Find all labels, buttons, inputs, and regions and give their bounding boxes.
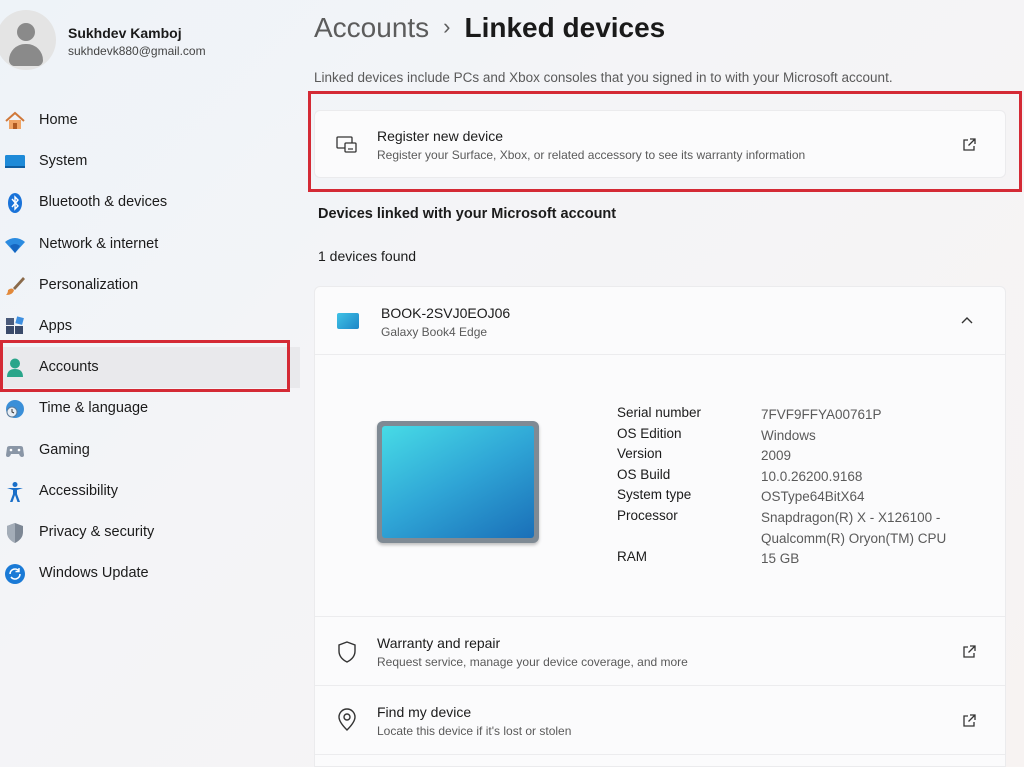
spec-label: System type: [617, 487, 692, 503]
device-model: Galaxy Book4 Edge: [381, 325, 488, 339]
sidebar-item-label: Bluetooth & devices: [39, 194, 168, 211]
accounts-icon: [7, 358, 23, 378]
sidebar-item-label: Accounts: [39, 359, 99, 376]
page-title: Linked devices: [464, 12, 666, 43]
bluetooth-icon: [8, 193, 22, 214]
spec-label: OS Edition: [617, 425, 682, 441]
sidebar-item-home[interactable]: Home: [0, 100, 300, 141]
breadcrumb-separator: ›: [443, 14, 451, 39]
external-link-icon: [963, 714, 976, 727]
spec-value: Snapdragon(R) X - X126100 - Qualcomm(R) …: [761, 509, 947, 546]
brush-icon: [6, 276, 25, 295]
device-name: BOOK-2SVJ0EOJ06: [381, 305, 511, 321]
external-link-icon: [963, 138, 976, 151]
find-my-device-button[interactable]: Find my device Locate this device if it'…: [315, 686, 1005, 755]
breadcrumb-parent[interactable]: Accounts: [314, 12, 429, 43]
profile-name: Sukhdev Kamboj: [68, 25, 182, 41]
shield-icon: [7, 522, 23, 543]
spec-label: Version: [617, 446, 663, 462]
device-image: [377, 421, 539, 543]
sidebar-item-apps[interactable]: Apps: [0, 306, 300, 347]
device-details: Serial number 7FVF9FFYA00761P OS Edition…: [315, 355, 1005, 617]
sidebar-item-label: Time & language: [39, 400, 149, 417]
gamepad-icon: [6, 445, 24, 457]
sidebar-item-windows-update[interactable]: Windows Update: [0, 553, 300, 594]
sidebar-item-label: System: [39, 153, 88, 170]
spec-label: Processor: [617, 507, 678, 523]
sidebar-item-label: Personalization: [39, 276, 139, 293]
user-profile[interactable]: Sukhdev Kamboj sukhdevk880@gmail.com: [0, 10, 300, 70]
avatar: [0, 10, 56, 70]
external-link-icon: [963, 645, 976, 658]
device-card: BOOK-2SVJ0EOJ06 Galaxy Book4 Edge Serial…: [314, 286, 1006, 767]
system-icon: [5, 155, 25, 169]
spec-value: 15 GB: [761, 551, 800, 567]
warranty-repair-button[interactable]: Warranty and repair Request service, man…: [315, 617, 1005, 686]
wifi-icon: [5, 237, 25, 253]
sidebar-item-personalization[interactable]: Personalization: [0, 265, 300, 306]
spec-label: OS Build: [617, 466, 671, 482]
devices-section-heading: Devices linked with your Microsoft accou…: [318, 206, 617, 222]
devices-found-count: 1 devices found: [318, 248, 417, 264]
accessibility-icon: [7, 481, 23, 502]
register-subtitle: Register your Surface, Xbox, or related …: [377, 148, 806, 162]
laptop-icon: [337, 313, 359, 329]
intro-text: Linked devices include PCs and Xbox cons…: [314, 70, 893, 85]
spec-value: 2009: [761, 448, 792, 464]
location-pin-icon: [338, 708, 356, 731]
warranty-subtitle: Request service, manage your device cove…: [377, 655, 688, 669]
update-icon: [5, 564, 25, 585]
warranty-title: Warranty and repair: [377, 635, 501, 651]
register-new-device-button[interactable]: Register new device Register your Surfac…: [314, 110, 1006, 178]
sidebar-item-privacy[interactable]: Privacy & security: [0, 512, 300, 553]
register-device-icon: [336, 136, 357, 153]
find-device-title: Find my device: [377, 704, 472, 720]
shield-outline-icon: [338, 641, 356, 663]
spec-label: RAM: [617, 549, 647, 565]
sidebar-item-label: Home: [39, 112, 78, 128]
main-content: Accounts › Linked devices Linked devices i…: [308, 0, 1024, 767]
spec-value: 10.0.26200.9168: [761, 468, 863, 484]
sidebar-item-label: Windows Update: [39, 565, 149, 582]
sidebar-item-label: Privacy & security: [39, 523, 155, 540]
sidebar-item-accounts[interactable]: Accounts: [0, 347, 300, 389]
sidebar: Sukhdev Kamboj sukhdevk880@gmail.com Hom…: [0, 0, 300, 767]
spec-value: 7FVF9FFYA00761P: [761, 407, 882, 422]
spec-label: Serial number: [617, 405, 702, 420]
device-header[interactable]: BOOK-2SVJ0EOJ06 Galaxy Book4 Edge: [315, 287, 1005, 355]
sidebar-item-accessibility[interactable]: Accessibility: [0, 471, 300, 512]
breadcrumb: Accounts › Linked devices: [314, 12, 665, 44]
sidebar-item-network[interactable]: Network & internet: [0, 224, 300, 265]
sidebar-item-label: Network & internet: [39, 235, 159, 252]
chevron-up-icon[interactable]: [959, 313, 975, 329]
nav-menu: Home System Bluetooth & devices Network …: [0, 100, 300, 594]
find-device-subtitle: Locate this device if it's lost or stole…: [377, 724, 572, 738]
sidebar-item-label: Apps: [39, 317, 73, 334]
apps-icon: [6, 316, 24, 334]
profile-email: sukhdevk880@gmail.com: [68, 44, 206, 58]
sidebar-item-label: Gaming: [39, 441, 90, 458]
spec-value: Windows: [761, 427, 816, 443]
home-icon: [5, 111, 25, 129]
sidebar-item-system[interactable]: System: [0, 141, 300, 182]
spec-value: OSType64BitX64: [761, 489, 865, 505]
sidebar-item-bluetooth[interactable]: Bluetooth & devices: [0, 182, 300, 223]
sidebar-item-time-language[interactable]: Time & language: [0, 388, 300, 429]
clock-globe-icon: [6, 400, 24, 419]
sidebar-item-gaming[interactable]: Gaming: [0, 430, 300, 471]
register-title: Register new device: [377, 128, 504, 144]
sidebar-item-label: Accessibility: [39, 482, 118, 499]
